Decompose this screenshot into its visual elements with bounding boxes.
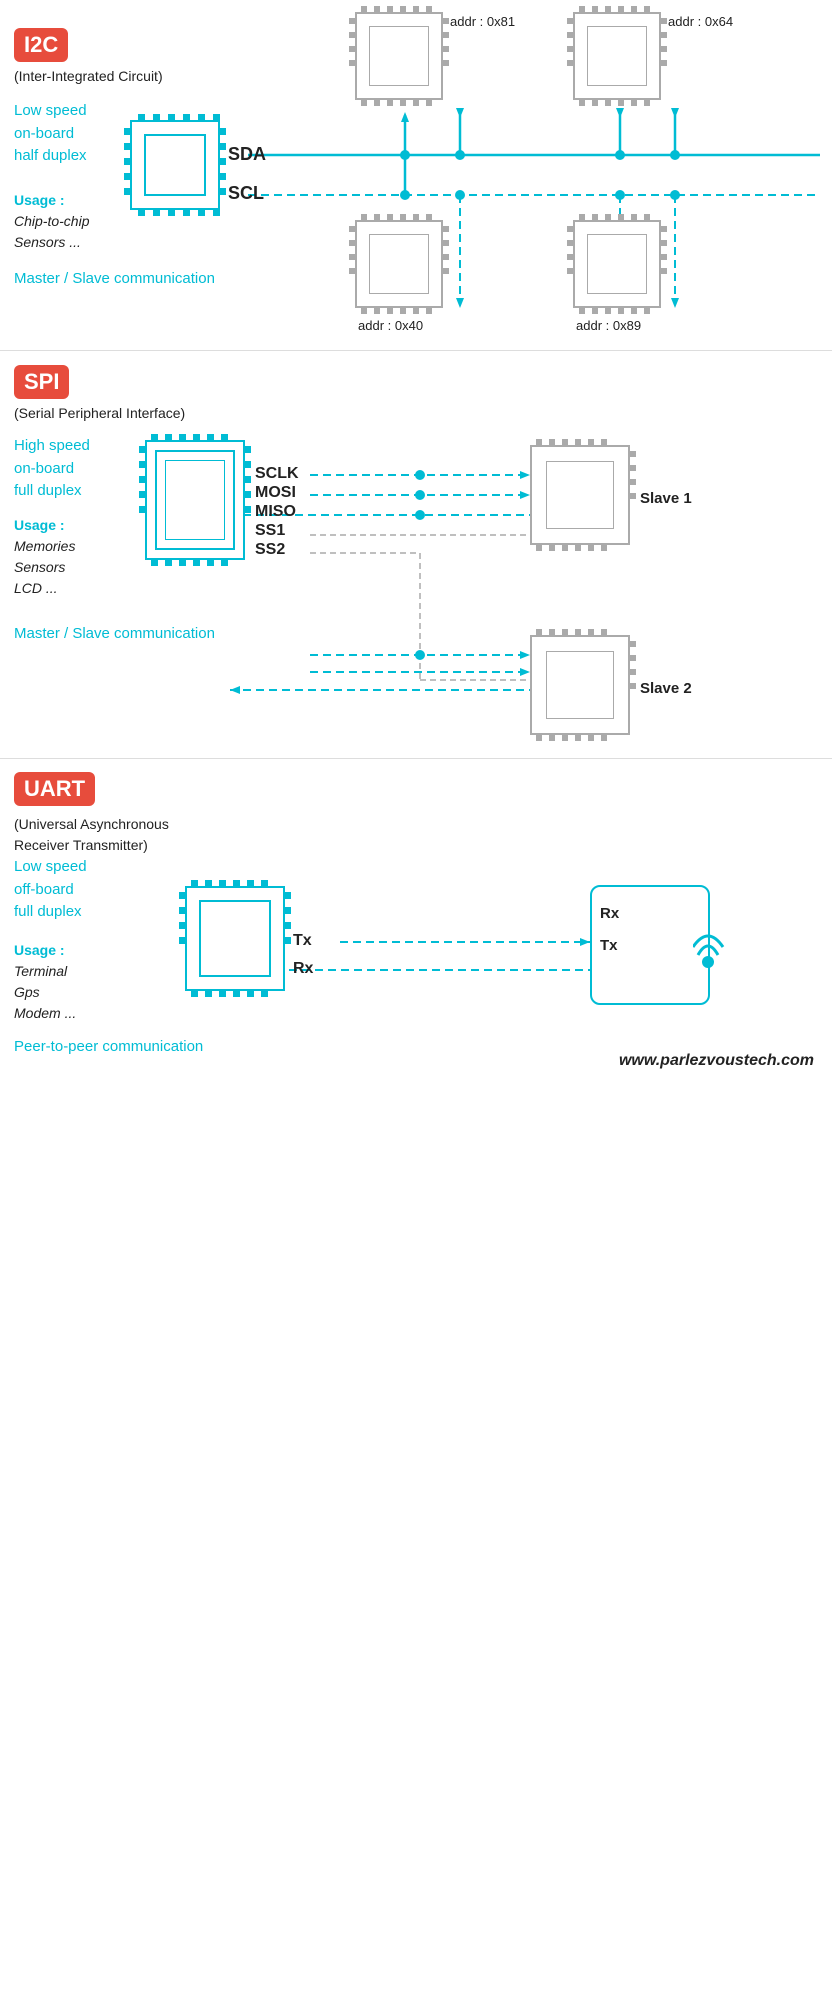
uart-master-tx: Tx [293,932,312,950]
i2c-usage: Usage : Chip-to-chipSensors ... [14,190,89,253]
i2c-badge: I2C [14,28,68,62]
sda-label: SDA [228,144,266,165]
spi-usage: Usage : MemoriesSensorsLCD ... [14,515,75,599]
i2c-comm: Master / Slave communication [14,270,215,287]
i2c-badge-wrap: I2C [14,28,68,62]
i2c-slave3-addr: addr : 0x40 [358,318,423,333]
spi-slave2-label: Slave 2 [640,680,692,697]
i2c-slave4-addr: addr : 0x89 [576,318,641,333]
i2c-slave-chip-1 [355,12,443,100]
spi-miso-label: MISO [255,503,296,521]
i2c-master-chip [130,120,220,210]
spi-badge-wrap: SPI [14,365,69,399]
uart-comm: Peer-to-peer communication [14,1038,203,1055]
spi-attrs: High speedon-boardfull duplex [14,435,90,503]
uart-usage: Usage : TerminalGpsModem ... [14,940,76,1024]
spi-slave1-chip [530,445,630,545]
i2c-slave1-addr: addr : 0x81 [450,14,515,29]
spi-mosi-label: MOSI [255,484,296,502]
spi-sclk-label: SCLK [255,465,299,483]
spi-badge: SPI [14,365,69,399]
i2c-attrs: Low speedon-boardhalf duplex [14,100,87,168]
uart-master-rx: Rx [293,960,313,978]
spi-comm: Master / Slave communication [14,625,215,642]
spi-master-chip [145,440,245,560]
spi-ss2-label: SS2 [255,541,285,559]
scl-label: SCL [228,183,264,204]
spi-slave2-chip [530,635,630,735]
i2c-slave2-addr: addr : 0x64 [668,14,733,29]
spi-ss1-label: SS1 [255,522,285,540]
uart-badge: UART [14,772,95,806]
spi-full-name: (Serial Peripheral Interface) [14,405,185,421]
uart-master-chip [185,886,285,991]
uart-badge-wrap: UART [14,772,95,806]
i2c-slave-chip-2 [573,12,661,100]
footer-url: www.parlezvoustech.com [619,1052,814,1070]
uart-full-name: (Universal AsynchronousReceiver Transmit… [14,814,169,856]
i2c-slave-chip-4 [573,220,661,308]
uart-slave-device: Rx Tx [590,885,710,1005]
i2c-slave-chip-3 [355,220,443,308]
i2c-full-name: (Inter-Integrated Circuit) [14,68,163,84]
uart-attrs: Low speedoff-boardfull duplex [14,856,87,924]
spi-slave1-label: Slave 1 [640,490,692,507]
